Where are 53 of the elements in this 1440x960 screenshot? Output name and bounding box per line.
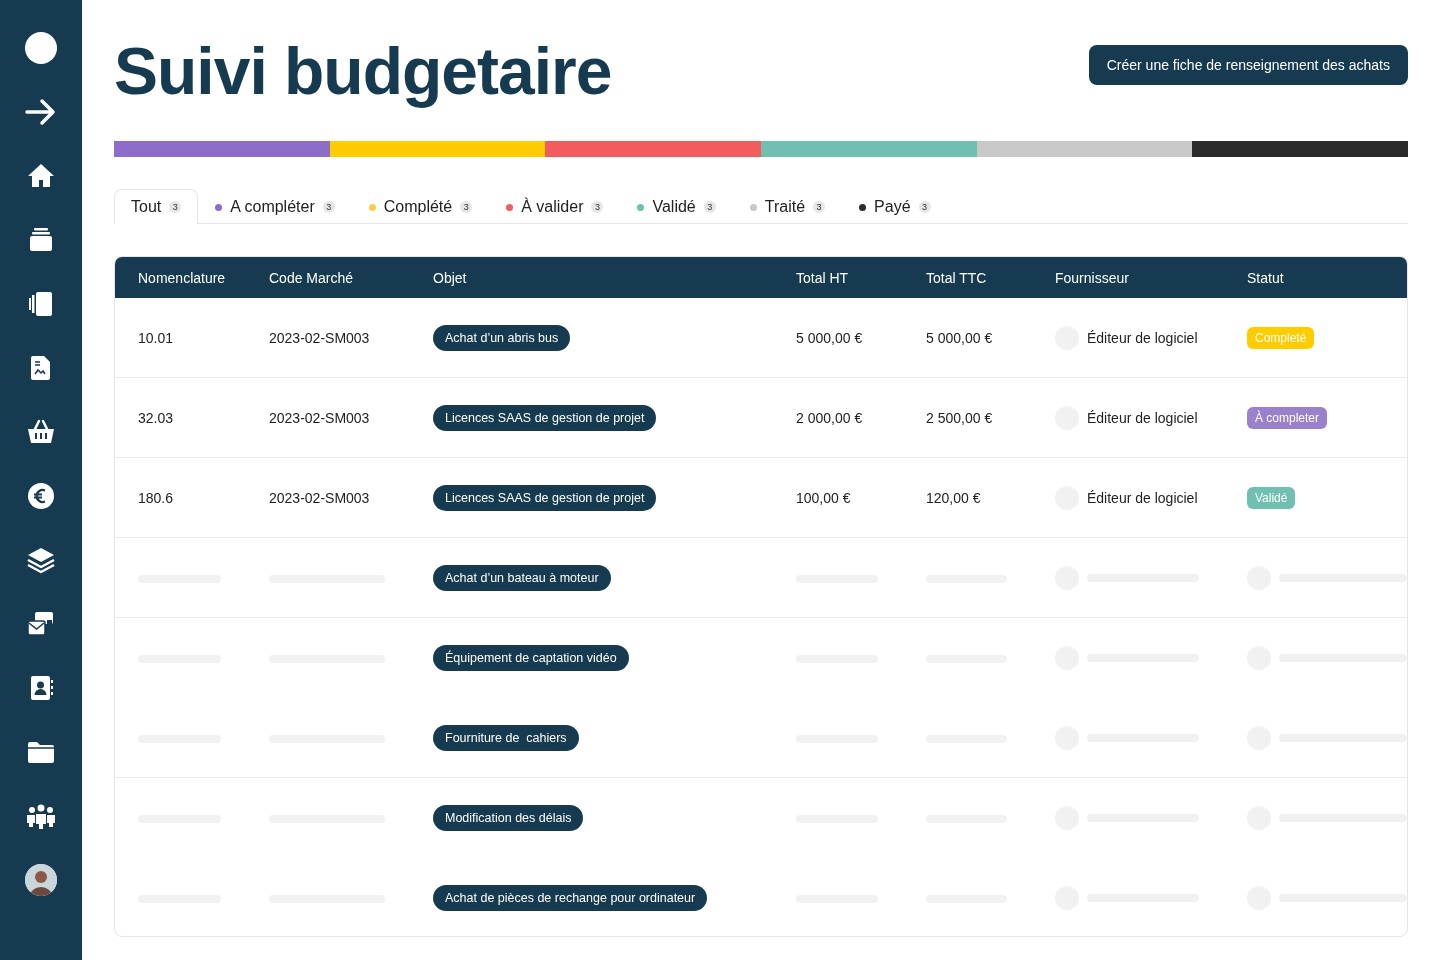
- column-header: Objet: [433, 269, 468, 286]
- table-cell-text: 2023-02-SM003: [269, 330, 371, 346]
- supplier-name: Éditeur de logiciel: [1087, 330, 1198, 346]
- filter-tab[interactable]: Complété 3: [351, 189, 490, 224]
- count-badge: 3: [460, 201, 473, 213]
- table-cell-text: 2023-02-SM003: [269, 490, 371, 506]
- arrow-icon[interactable]: [25, 96, 57, 128]
- count-badge: 3: [813, 201, 826, 213]
- filter-tab[interactable]: Tout 3: [114, 189, 199, 224]
- object-tag: Licences SAAS de gestion de projet: [433, 405, 657, 431]
- status-tag: À completer: [1247, 407, 1328, 429]
- page-title: Suivi budgetaire: [114, 32, 612, 109]
- table-cell-text: 32.03: [138, 410, 175, 426]
- table-cell-text: 2023-02-SM003: [269, 410, 371, 426]
- filter-tab[interactable]: Validé 3: [620, 189, 733, 224]
- object-tag: Équipement de captation vidéo: [433, 645, 629, 671]
- table-cell-text: 10.01: [138, 330, 175, 346]
- count-badge: 3: [703, 201, 716, 213]
- create-form-button[interactable]: Créer une fiche de renseignement des achats: [1088, 44, 1408, 85]
- object-tag: Achat d’un abris bus: [433, 325, 571, 351]
- table-cell-text: 2 000,00 €: [796, 410, 864, 426]
- filter-tab[interactable]: A compléter 3: [198, 189, 352, 224]
- table-cell-text: 100,00 €: [796, 490, 852, 506]
- avatar[interactable]: [25, 864, 57, 896]
- column-header: Total HT: [796, 269, 850, 286]
- column-header: Code Marché: [269, 269, 355, 286]
- object-tag: Achat d’un bateau à moteur: [433, 565, 611, 591]
- logo-icon: [25, 32, 57, 64]
- column-header: Total TTC: [926, 269, 988, 286]
- count-badge: 3: [169, 201, 182, 213]
- column-header: Statut: [1247, 269, 1285, 286]
- count-badge: 3: [591, 201, 604, 213]
- status-tag: Completé: [1247, 327, 1315, 349]
- table-cell-text: 2 500,00 €: [926, 410, 994, 426]
- status-tag: Validé: [1247, 487, 1296, 509]
- object-tag: Licences SAAS de gestion de projet: [433, 485, 657, 511]
- table-cell-text: 180.6: [138, 490, 175, 506]
- filter-tab[interactable]: À valider 3: [489, 189, 621, 224]
- object-tag: Modification des délais: [433, 805, 584, 831]
- column-header: Fournisseur: [1055, 269, 1130, 286]
- table-cell-text: 120,00 €: [926, 490, 982, 506]
- table-cell-text: 5 000,00 €: [796, 330, 864, 346]
- supplier-name: Éditeur de logiciel: [1087, 490, 1198, 506]
- count-badge: 3: [918, 201, 931, 213]
- filter-tab[interactable]: Payé 3: [842, 189, 948, 224]
- object-tag: Fourniture de cahiers: [433, 725, 579, 751]
- euro-icon[interactable]: [25, 480, 57, 512]
- count-badge: 3: [322, 201, 335, 213]
- supplier-name: Éditeur de logiciel: [1087, 410, 1198, 426]
- column-header: Nomenclature: [138, 269, 227, 286]
- filter-tab[interactable]: Traité 3: [732, 189, 843, 224]
- table-cell-text: 5 000,00 €: [926, 330, 994, 346]
- object-tag: Achat de pièces de rechange pour ordinateur: [433, 885, 708, 911]
